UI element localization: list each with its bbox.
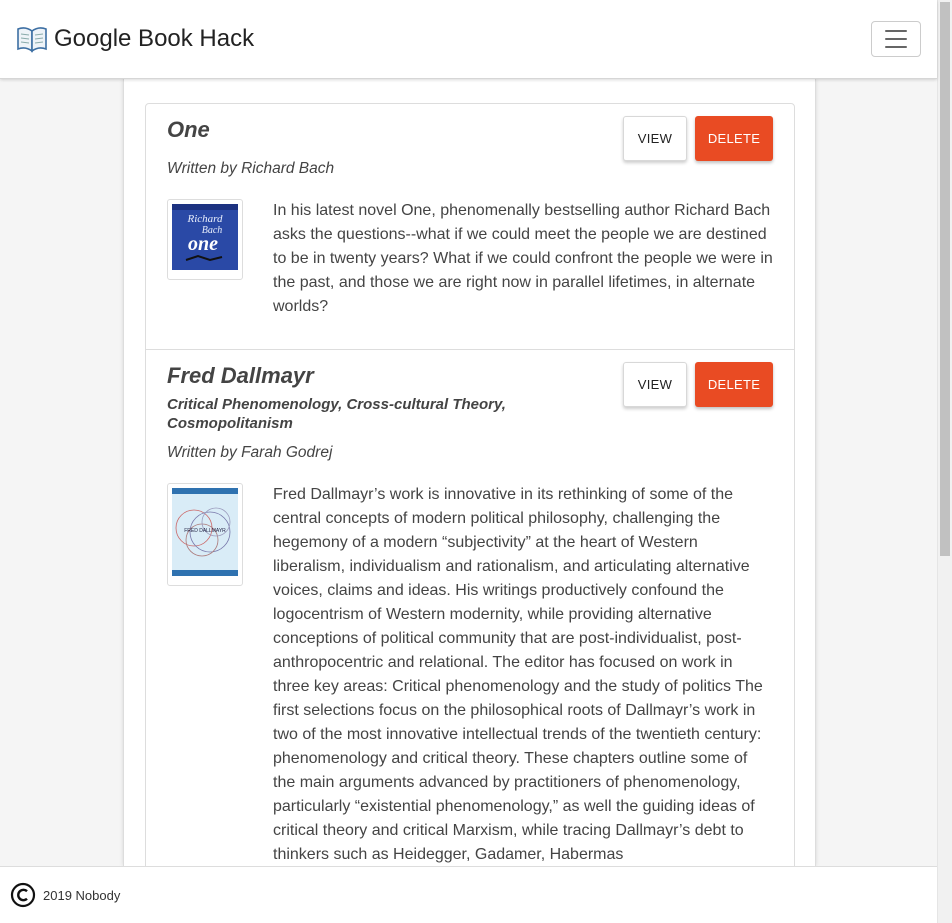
book-author: Written by Farah Godrej — [167, 444, 333, 461]
book-description: In his latest novel One, phenomenally be… — [273, 202, 773, 315]
book-card: Fred Dallmayr VIEW DELETE Critical Pheno… — [146, 349, 794, 866]
brand[interactable]: Google Book Hack — [16, 25, 254, 53]
view-button[interactable]: VIEW — [623, 362, 687, 407]
hamburger-menu-icon-bar — [885, 38, 907, 40]
book-title: One — [167, 117, 210, 142]
book-title: Fred Dallmayr — [167, 363, 314, 388]
book-cover-image[interactable]: Richard Bach one — [167, 199, 243, 280]
delete-button[interactable]: DELETE — [695, 116, 773, 161]
book-card: One VIEW DELETE Written by Richard Bach … — [146, 104, 794, 349]
book-actions: VIEW DELETE — [623, 116, 773, 161]
view-button[interactable]: VIEW — [623, 116, 687, 161]
book-subtitle: Critical Phenomenology, Cross-cultural T… — [167, 396, 506, 432]
book-author: Written by Richard Bach — [167, 160, 335, 177]
page-scrollbar[interactable] — [937, 0, 952, 923]
footer-text: 2019 Nobody — [43, 887, 121, 903]
book-cover-image[interactable]: FRED DALLMAYR — [167, 483, 243, 586]
app-title: Google Book Hack — [54, 25, 255, 52]
book-body: Richard Bach one In his latest novel One… — [167, 199, 773, 319]
page-footer: 2019 Nobody — [0, 866, 937, 923]
cover-text: Richard — [186, 213, 223, 225]
hamburger-menu-icon-bar — [885, 46, 907, 48]
book-description: Fred Dallmayr’s work is innovative in it… — [273, 486, 763, 863]
hamburger-menu-button[interactable] — [871, 21, 921, 57]
cover-text: one — [188, 233, 218, 255]
top-navbar: Google Book Hack — [0, 0, 937, 79]
book-actions: VIEW DELETE — [623, 362, 773, 407]
book-list: One VIEW DELETE Written by Richard Bach … — [145, 103, 795, 866]
book-cover-art: FRED DALLMAYR — [172, 488, 238, 576]
copyright-icon — [10, 882, 36, 908]
scrollbar-thumb[interactable] — [940, 2, 950, 556]
open-book-icon — [17, 27, 47, 53]
book-cover-art: Richard Bach one — [172, 204, 238, 270]
hamburger-menu-icon-bar — [885, 30, 907, 32]
main-panel: One VIEW DELETE Written by Richard Bach … — [123, 79, 816, 866]
book-body: FRED DALLMAYR Fred Dallmayr’s work is in… — [167, 483, 773, 866]
delete-button[interactable]: DELETE — [695, 362, 773, 407]
cover-text: FRED DALLMAYR — [184, 528, 226, 534]
